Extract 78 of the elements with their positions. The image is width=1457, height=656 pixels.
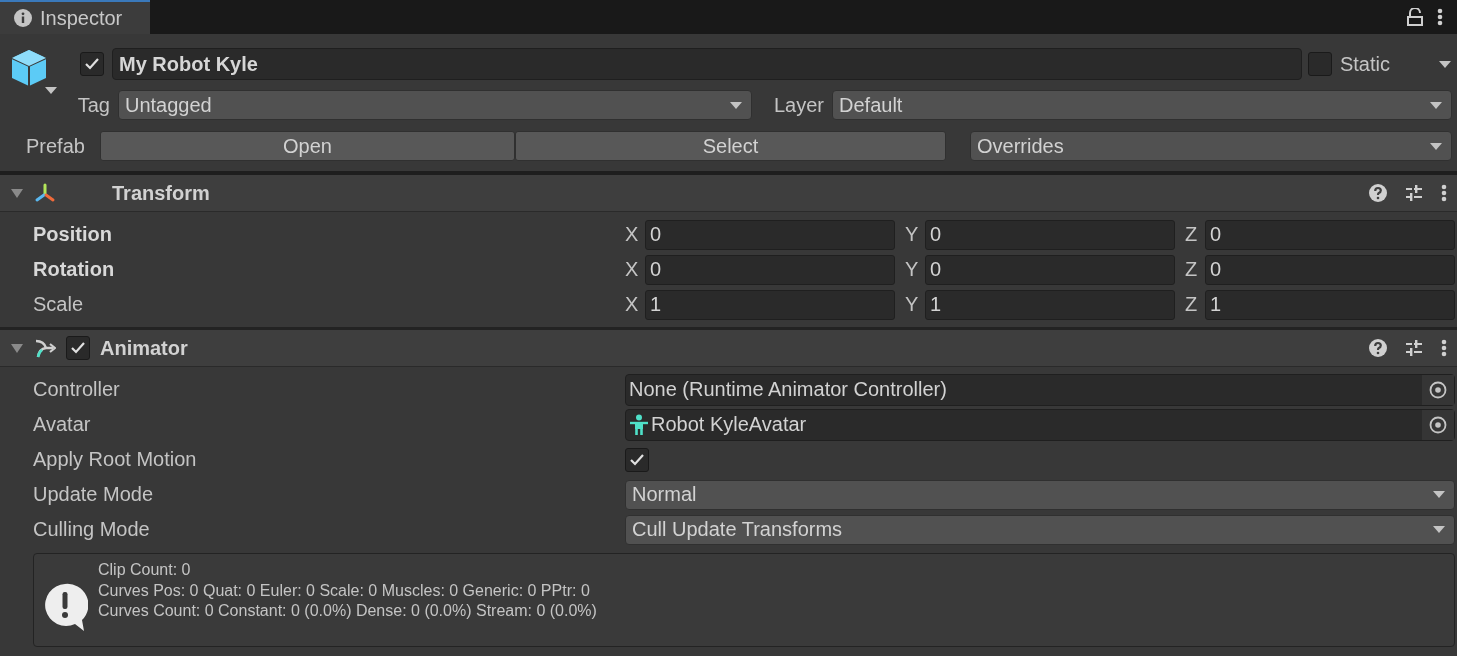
tag-dropdown[interactable]: Untagged: [118, 90, 752, 120]
axis-label: X: [625, 223, 640, 246]
number-field[interactable]: 1: [925, 289, 1175, 320]
cube-icon[interactable]: [10, 48, 48, 88]
static-checkbox[interactable]: [1307, 52, 1332, 76]
prefab-select-button[interactable]: Select: [515, 131, 946, 161]
number-field[interactable]: 0: [925, 219, 1175, 250]
layer-dropdown[interactable]: Default: [832, 90, 1452, 120]
check-icon: [629, 452, 645, 467]
settings-sliders-icon[interactable]: [1405, 184, 1423, 202]
caret-icon: [1429, 141, 1443, 151]
axis-label: Z: [1185, 258, 1199, 281]
number-field[interactable]: 1: [1205, 289, 1455, 320]
axis-label: X: [625, 293, 640, 316]
help-icon[interactable]: [1369, 339, 1387, 357]
name-field[interactable]: My Robot Kyle: [112, 48, 1302, 80]
settings-sliders-icon[interactable]: [1405, 339, 1423, 357]
caret-icon[interactable]: [1438, 59, 1452, 69]
warning-bubble-icon: [42, 582, 88, 632]
axis-label: X: [625, 258, 640, 281]
number-field[interactable]: 0: [645, 219, 895, 250]
property-dropdown[interactable]: Normal: [625, 479, 1455, 510]
caret-icon: [1429, 100, 1443, 110]
property-label: Scale: [33, 293, 85, 316]
more-options-icon[interactable]: [1441, 339, 1447, 357]
info-line: Curves Count: 0 Constant: 0 (0.0%) Dense: 0 (0.0%) Stream: 0 (0.0%): [98, 601, 597, 621]
number-field[interactable]: 0: [925, 254, 1175, 285]
component-enabled-checkbox[interactable]: [66, 336, 90, 360]
layer-label: Layer: [774, 93, 825, 117]
caret-icon: [1432, 490, 1446, 499]
component-title: Transform: [112, 181, 210, 205]
caret-icon[interactable]: [44, 86, 58, 95]
component-title: Animator: [100, 336, 188, 360]
info-line: Curves Pos: 0 Quat: 0 Euler: 0 Scale: 0 Muscles: 0 Generic: 0 PPtr: 0: [98, 580, 591, 601]
property-label: Rotation: [33, 258, 116, 281]
axes-icon: [34, 182, 56, 204]
number-field[interactable]: 1: [645, 289, 895, 320]
axis-label: Y: [905, 223, 920, 246]
check-icon: [70, 341, 86, 355]
object-picker-icon[interactable]: [1429, 380, 1447, 399]
property-label: Position: [33, 223, 113, 246]
more-options-icon[interactable]: [1437, 8, 1443, 26]
property-label: Culling Mode: [33, 518, 151, 541]
foldout-triangle-icon[interactable]: [10, 186, 24, 200]
axis-label: Z: [1185, 223, 1199, 246]
active-checkbox[interactable]: [80, 52, 104, 76]
object-field[interactable]: Robot KyleAvatar: [625, 408, 1455, 441]
property-label: Avatar: [33, 413, 92, 436]
lock-icon[interactable]: [1407, 8, 1423, 26]
object-picker-icon[interactable]: [1429, 415, 1447, 434]
branch-arrow-icon: [34, 337, 56, 359]
check-icon: [84, 57, 100, 71]
property-label: Apply Root Motion: [33, 448, 198, 471]
property-label: Update Mode: [33, 483, 155, 506]
overrides-dropdown[interactable]: Overrides: [970, 131, 1452, 161]
help-icon[interactable]: [1369, 184, 1387, 202]
caret-icon: [729, 100, 743, 110]
property-label: Controller: [33, 378, 121, 401]
axis-label: Z: [1185, 293, 1199, 316]
inspector-tab[interactable]: Inspector: [0, 0, 151, 34]
figure-icon: [629, 413, 649, 436]
info-line: Clip Count: 0: [98, 560, 192, 580]
property-checkbox[interactable]: [625, 447, 649, 472]
number-field[interactable]: 0: [1205, 254, 1455, 285]
property-dropdown[interactable]: Cull Update Transforms: [625, 514, 1455, 545]
prefab-open-button[interactable]: Open: [100, 131, 515, 161]
info-icon: [14, 9, 32, 27]
tag-label: Tag: [76, 93, 110, 117]
axis-label: Y: [905, 293, 920, 316]
caret-icon: [1432, 525, 1446, 534]
prefab-label: Prefab: [26, 134, 86, 158]
more-options-icon[interactable]: [1441, 184, 1447, 202]
number-field[interactable]: 0: [645, 254, 895, 285]
number-field[interactable]: 0: [1205, 219, 1455, 250]
static-label: Static: [1339, 52, 1390, 76]
axis-label: Y: [905, 258, 920, 281]
object-field[interactable]: None (Runtime Animator Controller): [625, 373, 1455, 406]
foldout-triangle-icon[interactable]: [10, 341, 24, 355]
